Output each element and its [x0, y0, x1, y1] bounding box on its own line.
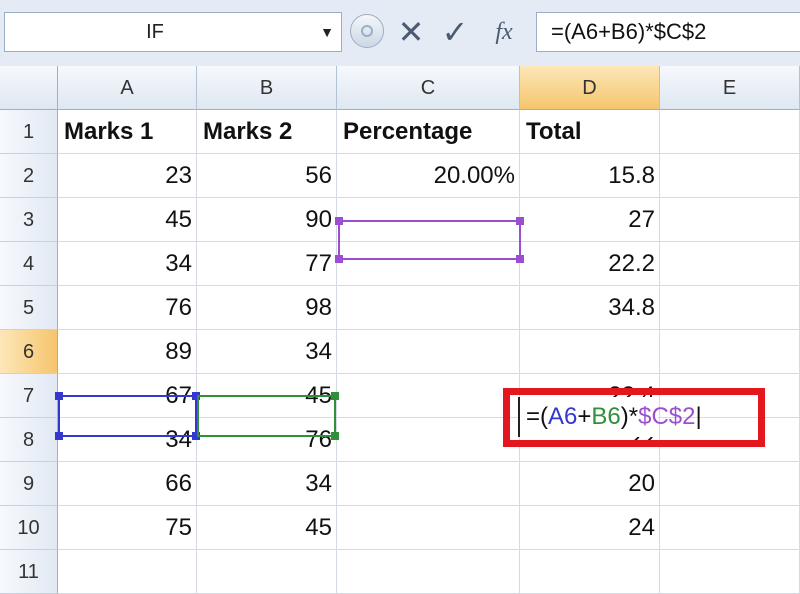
grip-icon [361, 25, 373, 37]
formula-bar: IF ▼ ✕ ✓ fx =(A6+B6)*$C$2 [0, 0, 800, 66]
reference-highlight-b6 [197, 392, 339, 440]
cell-c2[interactable]: 20.00% [337, 154, 520, 198]
resize-handle[interactable] [335, 255, 343, 263]
cell-c1[interactable]: Percentage [337, 110, 520, 154]
select-all-corner[interactable] [0, 66, 58, 110]
column-header-e[interactable]: E [660, 66, 800, 110]
cell-c10[interactable] [337, 506, 520, 550]
resize-handle[interactable] [331, 392, 339, 400]
row-header-6[interactable]: 6 [0, 330, 58, 374]
cell-e6[interactable] [660, 330, 800, 374]
row-header-9[interactable]: 9 [0, 462, 58, 506]
cell-e9[interactable] [660, 462, 800, 506]
cell-a11[interactable] [58, 550, 197, 594]
name-box-value: IF [146, 21, 164, 43]
name-box[interactable]: IF ▼ [4, 12, 342, 52]
cell-d3[interactable]: 27 [520, 198, 660, 242]
cell-c11[interactable] [337, 550, 520, 594]
cell-c6[interactable] [337, 330, 520, 374]
resize-handle[interactable] [516, 217, 524, 225]
cell-e10[interactable] [660, 506, 800, 550]
resize-handle[interactable] [335, 217, 343, 225]
cell-a3[interactable]: 45 [58, 198, 197, 242]
cell-d2[interactable]: 15.8 [520, 154, 660, 198]
cell-d6[interactable] [520, 330, 660, 374]
formula-text: =(A6+B6)*$C$2 [551, 19, 707, 44]
cell-b2[interactable]: 56 [197, 154, 337, 198]
row-header-11[interactable]: 11 [0, 550, 58, 594]
cell-e4[interactable] [660, 242, 800, 286]
cell-a10[interactable]: 75 [58, 506, 197, 550]
formula-buttons: ✕ ✓ fx [346, 10, 532, 54]
row-header-5[interactable]: 5 [0, 286, 58, 330]
cell-e1[interactable] [660, 110, 800, 154]
cell-e2[interactable] [660, 154, 800, 198]
cell-b10[interactable]: 45 [197, 506, 337, 550]
cell-b9[interactable]: 34 [197, 462, 337, 506]
cell-b5[interactable]: 98 [197, 286, 337, 330]
spreadsheet-grid: ABCDE 1 2 3 4 5 6 7 8 9 10 11 Marks 1 Marks 2 Percen… [0, 66, 800, 594]
resize-handle[interactable] [516, 255, 524, 263]
row-header-7[interactable]: 7 [0, 374, 58, 418]
cell-d5[interactable]: 34.8 [520, 286, 660, 330]
cell-a6[interactable]: 89 [58, 330, 197, 374]
column-header-d[interactable]: D [520, 66, 660, 110]
row-header-10[interactable]: 10 [0, 506, 58, 550]
cancel-icon[interactable]: ✕ [394, 12, 428, 52]
resize-handle[interactable] [55, 432, 63, 440]
formula-input[interactable]: =(A6+B6)*$C$2 [536, 12, 800, 52]
column-header-c[interactable]: C [337, 66, 520, 110]
row-header-2[interactable]: 2 [0, 154, 58, 198]
reference-highlight-a6 [55, 392, 200, 440]
cell-b11[interactable] [197, 550, 337, 594]
insert-function-icon[interactable]: fx [482, 12, 526, 52]
cell-a4[interactable]: 34 [58, 242, 197, 286]
column-header-b[interactable]: B [197, 66, 337, 110]
cell-d1[interactable]: Total [520, 110, 660, 154]
cell-d10[interactable]: 24 [520, 506, 660, 550]
cell-c5[interactable] [337, 286, 520, 330]
resize-handle[interactable] [55, 392, 63, 400]
cell-d9[interactable]: 20 [520, 462, 660, 506]
cell-d11[interactable] [520, 550, 660, 594]
cell-b4[interactable]: 77 [197, 242, 337, 286]
resize-handle[interactable] [331, 432, 339, 440]
name-box-dropdown-icon[interactable]: ▼ [317, 13, 337, 51]
cell-b3[interactable]: 90 [197, 198, 337, 242]
cell-e5[interactable] [660, 286, 800, 330]
enter-check-icon[interactable]: ✓ [438, 12, 472, 52]
cell-a5[interactable]: 76 [58, 286, 197, 330]
row-header-3[interactable]: 3 [0, 198, 58, 242]
cell-c7[interactable] [337, 374, 520, 418]
annotation-highlight-box [503, 388, 765, 447]
cell-c8[interactable] [337, 418, 520, 462]
reference-highlight-c2 [335, 217, 524, 263]
row-header-4[interactable]: 4 [0, 242, 58, 286]
cell-b1[interactable]: Marks 2 [197, 110, 337, 154]
cell-c9[interactable] [337, 462, 520, 506]
row-header-1[interactable]: 1 [0, 110, 58, 154]
row-header-8[interactable]: 8 [0, 418, 58, 462]
cell-b6[interactable]: 34 [197, 330, 337, 374]
cell-a2[interactable]: 23 [58, 154, 197, 198]
cell-e11[interactable] [660, 550, 800, 594]
cell-d4[interactable]: 22.2 [520, 242, 660, 286]
formula-bar-grip-handle[interactable] [350, 14, 384, 48]
cell-a9[interactable]: 66 [58, 462, 197, 506]
cell-a1[interactable]: Marks 1 [58, 110, 197, 154]
cell-e3[interactable] [660, 198, 800, 242]
column-header-a[interactable]: A [58, 66, 197, 110]
